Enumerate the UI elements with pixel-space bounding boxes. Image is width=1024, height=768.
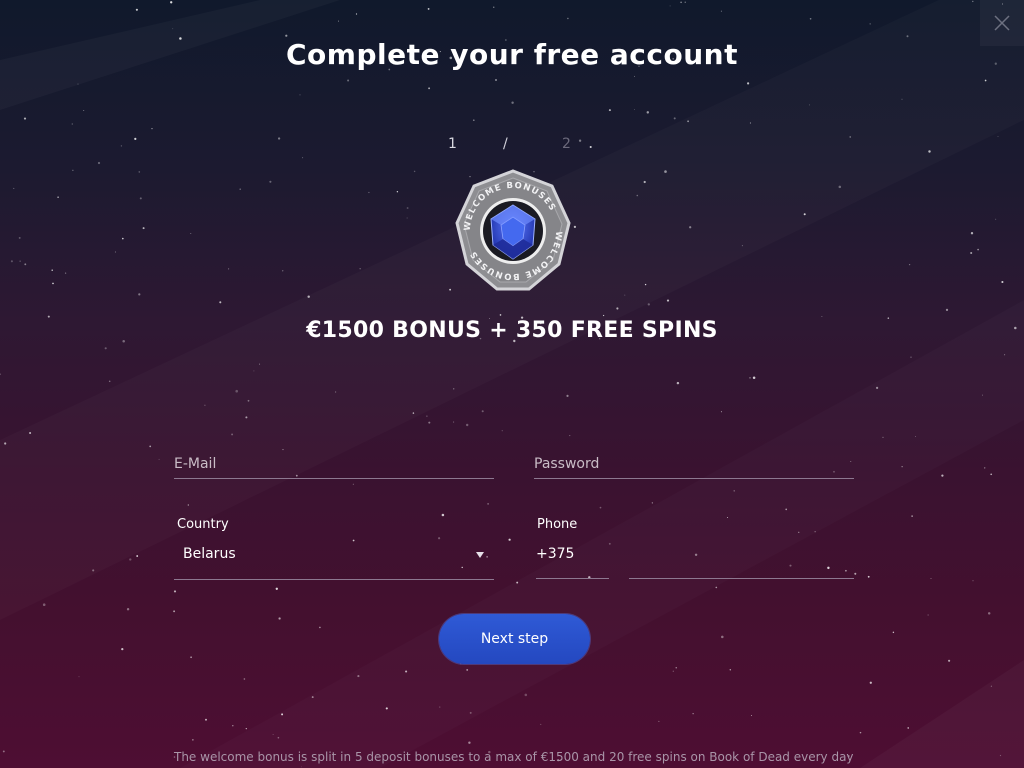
registration-page: Complete your free account 1 / 2 WELCOME… [0,0,1024,768]
email-input[interactable] [174,456,494,472]
step-separator: / [503,136,508,152]
phone-label: Phone [537,517,578,532]
phone-code-field[interactable]: +375 [536,540,609,579]
bonus-terms-text: The welcome bonus is split in 5 deposit … [174,750,854,764]
chevron-down-icon [476,552,484,558]
country-label: Country [177,517,229,532]
phone-number-field[interactable] [629,540,854,579]
step-total: 2 [562,136,571,152]
step-current: 1 [448,136,457,152]
country-select[interactable]: Belarus [174,540,494,580]
password-input[interactable] [534,456,854,472]
phone-number-input[interactable] [629,556,854,572]
phone-code-value: +375 [536,546,575,562]
next-step-button[interactable]: Next step [439,614,590,664]
page-title: Complete your free account [286,38,738,71]
country-value: Belarus [183,546,236,562]
password-field[interactable] [534,440,854,479]
welcome-bonus-badge: WELCOME BONUSES WELCOME BONUSES [455,169,571,291]
bonus-headline: €1500 BONUS + 350 FREE SPINS [306,318,718,343]
email-field[interactable] [174,440,494,479]
step-indicator: 1 / 2 [440,136,584,156]
close-icon [994,15,1010,31]
